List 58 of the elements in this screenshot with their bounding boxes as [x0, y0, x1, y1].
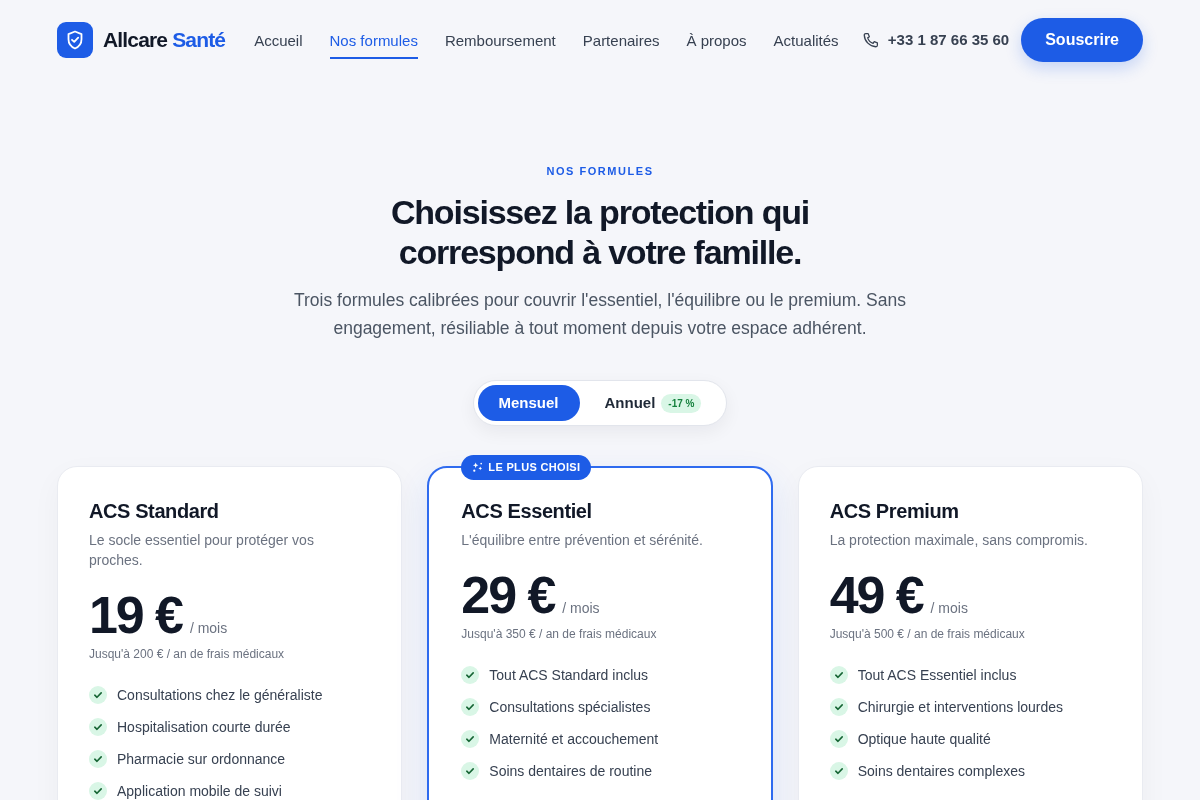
nav-link[interactable]: Partenaires: [582, 20, 660, 60]
price-period: / mois: [562, 599, 600, 618]
nav-link[interactable]: À propos: [686, 20, 747, 60]
check-icon: [829, 730, 848, 748]
subscribe-button[interactable]: Souscrire: [1021, 18, 1143, 62]
nav-link[interactable]: Remboursement: [444, 20, 556, 60]
brand-name: Allcare Santé: [103, 27, 226, 54]
intro-text: Trois formules calibrées pour couvrir l'essentiel, l'équilibre ou le premium. Sans engagement, résiliable à tout moment depuis votre espace adhérent.: [293, 289, 907, 340]
page-heading: Choisissez la protection qui correspond à votre famille.: [389, 192, 811, 272]
plan-description: L'équilibre entre prévention et sérénité.: [461, 531, 704, 550]
nav-link[interactable]: Nos formules: [329, 20, 418, 60]
check-icon: [829, 666, 848, 684]
feature-text: Maternité et accouchement: [489, 730, 659, 749]
feature-text: Tout ACS Essentiel inclus: [857, 666, 1017, 685]
phone-link[interactable]: +33 1 87 66 35 60: [861, 28, 1010, 52]
nav-link[interactable]: Actualités: [773, 20, 839, 60]
plan-price: 49 €: [829, 568, 923, 622]
coverage-limit: Jusqu'à 350 € / an de frais médicaux: [461, 626, 658, 642]
check-icon: [89, 686, 107, 704]
feature-text: Application mobile de suivi: [117, 782, 282, 800]
check-icon: [461, 730, 480, 748]
check-icon: [461, 698, 480, 716]
plan-price: 19 €: [89, 588, 182, 642]
check-icon: [829, 698, 848, 716]
plan-title: ACS Essentiel: [461, 499, 593, 524]
check-icon: [89, 782, 107, 800]
feature-text: Soins dentaires de routine: [489, 762, 652, 781]
feature-text: Chirurgie et interventions lourdes: [857, 698, 1064, 717]
price-period: / mois: [189, 619, 228, 638]
check-icon: [461, 762, 480, 780]
section-eyebrow: NOS FORMULES: [545, 164, 655, 178]
feature-text: Tout ACS Standard inclus: [489, 666, 649, 685]
price-period: / mois: [930, 599, 968, 618]
check-icon: [89, 718, 107, 736]
billing-option[interactable]: Annuel -17 %: [583, 385, 723, 421]
shield-check-icon: [57, 22, 93, 58]
billing-option[interactable]: Mensuel: [477, 385, 580, 421]
feature-text: Consultations chez le généraliste: [117, 686, 323, 705]
feature-text: Consultations spécialistes: [489, 698, 651, 717]
phone-icon: [861, 31, 880, 49]
feature-text: Optique haute qualité: [857, 730, 991, 749]
plan-title: ACS Standard: [89, 499, 220, 524]
sparkle-icon: [472, 462, 484, 473]
coverage-limit: Jusqu'à 500 € / an de frais médicaux: [829, 626, 1026, 642]
plan-price: 29 €: [461, 568, 555, 622]
feature-text: Soins dentaires complexes: [857, 762, 1025, 781]
check-icon: [89, 750, 107, 768]
feature-text: Pharmacie sur ordonnance: [117, 750, 286, 769]
discount-badge: -17 %: [661, 393, 702, 413]
feature-text: Hospitalisation courte durée: [117, 718, 291, 737]
plan-description: Le socle essentiel pour protéger vos proches.: [89, 531, 315, 570]
plan-title: ACS Premium: [829, 499, 960, 524]
plan-description: La protection maximale, sans compromis.: [829, 531, 1089, 550]
coverage-limit: Jusqu'à 200 € / an de frais médicaux: [89, 646, 286, 662]
nav-link[interactable]: Accueil: [254, 20, 303, 60]
check-icon: [461, 666, 480, 684]
badge-label: LE PLUS CHOISI: [488, 460, 581, 476]
check-icon: [829, 762, 848, 780]
